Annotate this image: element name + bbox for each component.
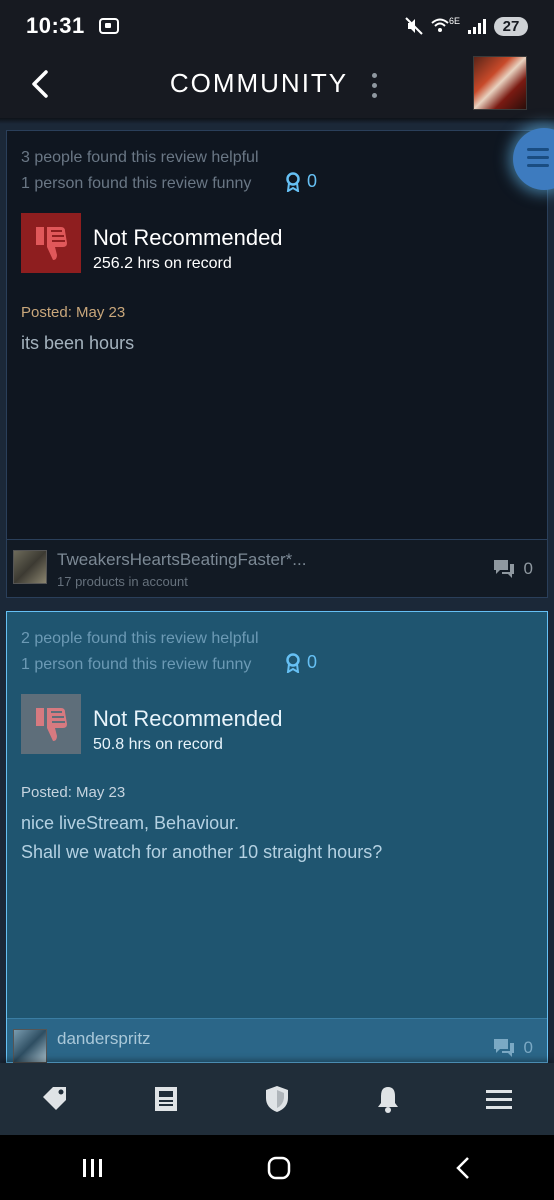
comment-icon (493, 560, 514, 578)
comment-count: 0 (523, 1038, 533, 1057)
system-navigation-bar (0, 1135, 554, 1200)
tag-icon (43, 1087, 67, 1110)
award-count: 0 (307, 652, 318, 672)
status-indicators: 6E 27 (405, 16, 528, 36)
tab-menu[interactable] (479, 1079, 519, 1119)
app-header: COMMUNITY (0, 52, 554, 118)
thumbs-down-icon (21, 694, 81, 754)
award-ribbon-icon (286, 652, 300, 673)
recent-apps-icon[interactable] (81, 1157, 105, 1179)
comment-icon (493, 1039, 514, 1057)
shield-icon (265, 1086, 288, 1112)
posted-date: Posted: May 23 (21, 784, 126, 801)
funny-count: 1 person found this review funny (21, 175, 252, 192)
author-name[interactable]: danderspritz (57, 1029, 151, 1049)
author-avatar[interactable] (13, 1029, 47, 1063)
menu-icon (485, 1090, 512, 1109)
status-time: 10:31 (26, 13, 85, 38)
review-body: nice liveStream, Behaviour. Shall we wat… (21, 813, 383, 862)
review-author[interactable]: TweakersHeartsBeatingFaster*... 17 produ… (7, 539, 547, 597)
comment-count: 0 (523, 559, 533, 578)
helpful-count: 3 people found this review helpful (21, 149, 259, 166)
funny-count: 1 person found this review funny (21, 656, 252, 673)
posted-date: Posted: May 23 (21, 304, 126, 321)
wifi-icon (431, 18, 449, 32)
products-count: 17 products in account (57, 574, 188, 589)
tab-notifications[interactable] (368, 1079, 408, 1119)
helpful-count: 2 people found this review helpful (21, 630, 259, 647)
thumbs-down-icon (21, 213, 81, 273)
review-verdict: Not Recommended (93, 706, 283, 731)
user-avatar[interactable] (473, 56, 527, 110)
author-name[interactable]: TweakersHeartsBeatingFaster*... (57, 550, 306, 570)
home-icon[interactable] (266, 1155, 292, 1181)
hours-on-record: 50.8 hrs on record (93, 736, 223, 753)
review-card[interactable]: 2 people found this review helpful 1 per… (6, 611, 548, 1063)
comments-button[interactable]: 0 (492, 1037, 533, 1059)
review-card[interactable]: 3 people found this review helpful 1 per… (6, 130, 548, 598)
award-button[interactable]: 0 (285, 652, 317, 673)
review-verdict: Not Recommended (93, 225, 283, 250)
award-ribbon-icon (286, 171, 300, 192)
news-icon (155, 1087, 178, 1111)
author-avatar[interactable] (13, 550, 47, 584)
screenshot-icon (98, 18, 119, 34)
review-author[interactable]: danderspritz 0 (7, 1018, 547, 1063)
comments-button[interactable]: 0 (492, 558, 533, 580)
system-back-icon[interactable] (453, 1155, 473, 1181)
award-button[interactable]: 0 (285, 171, 317, 192)
battery-indicator: 27 (494, 16, 528, 36)
signal-icon (468, 18, 486, 34)
more-options-icon[interactable] (368, 70, 380, 100)
bottom-tab-bar (0, 1063, 554, 1135)
tab-news[interactable] (146, 1079, 186, 1119)
hours-on-record: 256.2 hrs on record (93, 255, 232, 272)
network-type: 6E (448, 16, 460, 26)
tab-store[interactable] (35, 1079, 75, 1119)
mute-icon (405, 17, 423, 35)
award-count: 0 (307, 171, 318, 191)
bell-icon (377, 1087, 398, 1113)
review-body: its been hours (21, 333, 135, 353)
page-title: COMMUNITY (169, 68, 349, 98)
tab-guard[interactable] (257, 1079, 297, 1119)
status-bar: 10:31 6E 27 (0, 0, 554, 52)
